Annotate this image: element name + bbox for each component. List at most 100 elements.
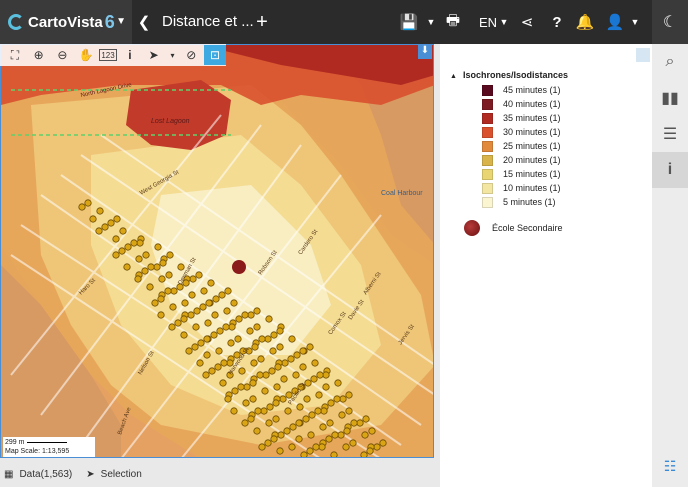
- school-point[interactable]: [220, 359, 228, 367]
- school-point[interactable]: [318, 443, 326, 451]
- school-point[interactable]: [299, 363, 307, 371]
- school-point[interactable]: [262, 371, 270, 379]
- school-point[interactable]: [238, 367, 246, 375]
- school-point[interactable]: [249, 395, 257, 403]
- school-point[interactable]: [316, 371, 324, 379]
- school-point[interactable]: [256, 371, 264, 379]
- school-point[interactable]: [345, 391, 353, 399]
- school-point[interactable]: [204, 319, 212, 327]
- school-point[interactable]: [123, 263, 131, 271]
- school-point[interactable]: [147, 263, 155, 271]
- school-point[interactable]: [216, 327, 224, 335]
- active-tool-icon[interactable]: ⊡: [204, 45, 226, 65]
- school-point[interactable]: [205, 299, 213, 307]
- school-point[interactable]: [78, 203, 86, 211]
- school-point[interactable]: [230, 299, 238, 307]
- school-point[interactable]: [223, 307, 231, 315]
- pan-hand-icon[interactable]: ✋: [75, 45, 97, 65]
- school-point[interactable]: [334, 379, 342, 387]
- school-point[interactable]: [270, 435, 278, 443]
- school-point[interactable]: [333, 395, 341, 403]
- school-point[interactable]: [224, 395, 232, 403]
- school-point[interactable]: [211, 311, 219, 319]
- download-icon[interactable]: ⬇: [418, 45, 432, 59]
- school-point[interactable]: [154, 243, 162, 251]
- school-point[interactable]: [338, 411, 346, 419]
- school-point[interactable]: [181, 299, 189, 307]
- school-point[interactable]: [303, 395, 311, 403]
- school-point[interactable]: [253, 323, 261, 331]
- school-point[interactable]: [174, 319, 182, 327]
- school-point[interactable]: [189, 275, 197, 283]
- school-point[interactable]: [379, 439, 387, 447]
- school-point[interactable]: [326, 419, 334, 427]
- school-point[interactable]: [101, 223, 109, 231]
- school-point[interactable]: [254, 407, 262, 415]
- map-canvas[interactable]: Lost Lagoon North Lagoon Drive Coal Harb…: [0, 44, 434, 458]
- school-point[interactable]: [356, 419, 364, 427]
- legend-options-icon[interactable]: [636, 48, 650, 62]
- legend-heading[interactable]: ▲ Isochrones/Isodistances: [450, 70, 568, 80]
- school-point[interactable]: [266, 403, 274, 411]
- school-point[interactable]: [242, 399, 250, 407]
- school-point[interactable]: [224, 287, 232, 295]
- school-point[interactable]: [89, 215, 97, 223]
- school-point[interactable]: [250, 359, 258, 367]
- data-tab[interactable]: Data(1,563): [19, 469, 72, 480]
- school-point[interactable]: [269, 347, 277, 355]
- back-icon[interactable]: ❮: [134, 0, 154, 44]
- language-caret-down-icon[interactable]: ▼: [499, 0, 509, 44]
- bell-icon[interactable]: 🔔: [576, 0, 595, 44]
- print-icon[interactable]: 🖶: [444, 0, 462, 44]
- search-icon[interactable]: ⌕: [652, 44, 688, 80]
- school-point[interactable]: [308, 411, 316, 419]
- school-point[interactable]: [368, 427, 376, 435]
- school-point[interactable]: [349, 439, 357, 447]
- school-point[interactable]: [141, 267, 149, 275]
- school-point[interactable]: [296, 403, 304, 411]
- school-point[interactable]: [195, 271, 203, 279]
- ecole-secondaire-marker[interactable]: [232, 260, 246, 274]
- school-point[interactable]: [96, 207, 104, 215]
- school-point[interactable]: [293, 351, 301, 359]
- school-point[interactable]: [222, 323, 230, 331]
- school-point[interactable]: [251, 343, 259, 351]
- chart-icon[interactable]: ▮▮: [652, 80, 688, 116]
- school-point[interactable]: [281, 359, 289, 367]
- school-point[interactable]: [280, 375, 288, 383]
- school-point[interactable]: [84, 199, 92, 207]
- school-point[interactable]: [284, 407, 292, 415]
- school-point[interactable]: [279, 395, 287, 403]
- school-point[interactable]: [235, 315, 243, 323]
- plus-icon[interactable]: +: [252, 0, 272, 44]
- school-point[interactable]: [265, 419, 273, 427]
- school-point[interactable]: [295, 419, 303, 427]
- school-point[interactable]: [311, 359, 319, 367]
- school-point[interactable]: [200, 287, 208, 295]
- school-point[interactable]: [187, 311, 195, 319]
- school-point[interactable]: [253, 307, 261, 315]
- school-point[interactable]: [210, 331, 218, 339]
- school-point[interactable]: [327, 399, 335, 407]
- school-point[interactable]: [366, 447, 374, 455]
- school-point[interactable]: [203, 351, 211, 359]
- school-point[interactable]: [258, 335, 266, 343]
- school-point[interactable]: [185, 347, 193, 355]
- school-point[interactable]: [151, 299, 159, 307]
- school-point[interactable]: [288, 335, 296, 343]
- school-point[interactable]: [112, 235, 120, 243]
- school-point[interactable]: [287, 355, 295, 363]
- school-point[interactable]: [273, 383, 281, 391]
- school-point[interactable]: [119, 227, 127, 235]
- school-point[interactable]: [135, 255, 143, 263]
- school-point[interactable]: [197, 339, 205, 347]
- zoom-in-icon[interactable]: ⊕: [28, 45, 50, 65]
- school-point[interactable]: [168, 323, 176, 331]
- school-point[interactable]: [345, 407, 353, 415]
- school-point[interactable]: [203, 335, 211, 343]
- school-point[interactable]: [272, 399, 280, 407]
- school-point[interactable]: [241, 311, 249, 319]
- school-point[interactable]: [237, 383, 245, 391]
- school-point[interactable]: [180, 315, 188, 323]
- school-point[interactable]: [124, 243, 132, 251]
